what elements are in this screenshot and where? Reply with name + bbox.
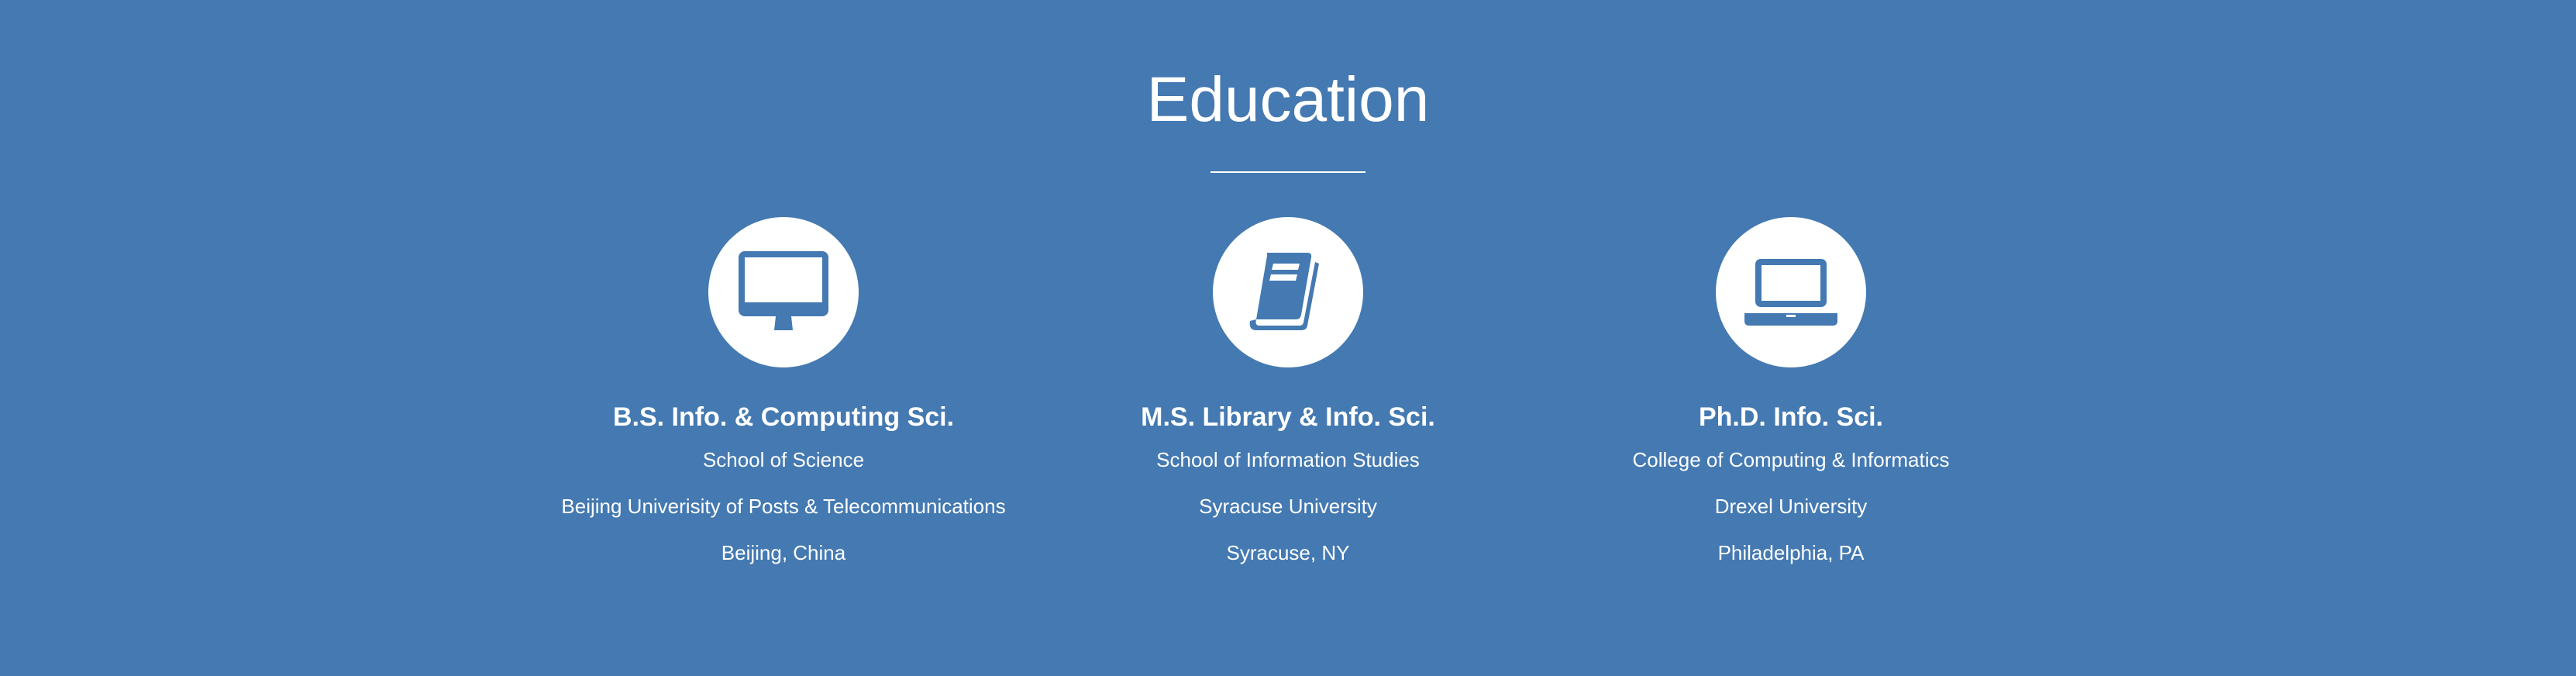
location: Syracuse, NY xyxy=(1226,541,1350,564)
degree-card-phd: Ph.D. Info. Sci. College of Computing & … xyxy=(1520,217,2062,564)
university-name: Beijing Univerisity of Posts & Telecommu… xyxy=(561,495,1006,518)
university-name: Drexel University xyxy=(1714,495,1868,518)
desktop-icon xyxy=(739,251,828,330)
title-divider xyxy=(1211,171,1365,173)
school-name: College of Computing & Informatics xyxy=(1632,448,1950,471)
laptop-icon xyxy=(1744,259,1837,326)
icon-circle xyxy=(1716,217,1866,367)
school-name: School of Information Studies xyxy=(1156,448,1420,471)
degree-card-ms: M.S. Library & Info. Sci. School of Info… xyxy=(1017,217,1559,564)
degree-title: B.S. Info. & Computing Sci. xyxy=(612,402,955,432)
degree-title: Ph.D. Info. Sci. xyxy=(1698,402,1884,432)
degree-title: M.S. Library & Info. Sci. xyxy=(1141,402,1435,432)
icon-circle xyxy=(1213,217,1363,367)
school-name: School of Science xyxy=(702,448,865,471)
location: Philadelphia, PA xyxy=(1717,541,1865,564)
icon-circle xyxy=(708,217,859,367)
location: Beijing, China xyxy=(721,541,846,564)
degree-card-bs: B.S. Info. & Computing Sci. School of Sc… xyxy=(512,217,1055,564)
section-title: Education xyxy=(1146,64,1430,135)
book-icon xyxy=(1249,253,1319,330)
university-name: Syracuse University xyxy=(1199,495,1377,518)
